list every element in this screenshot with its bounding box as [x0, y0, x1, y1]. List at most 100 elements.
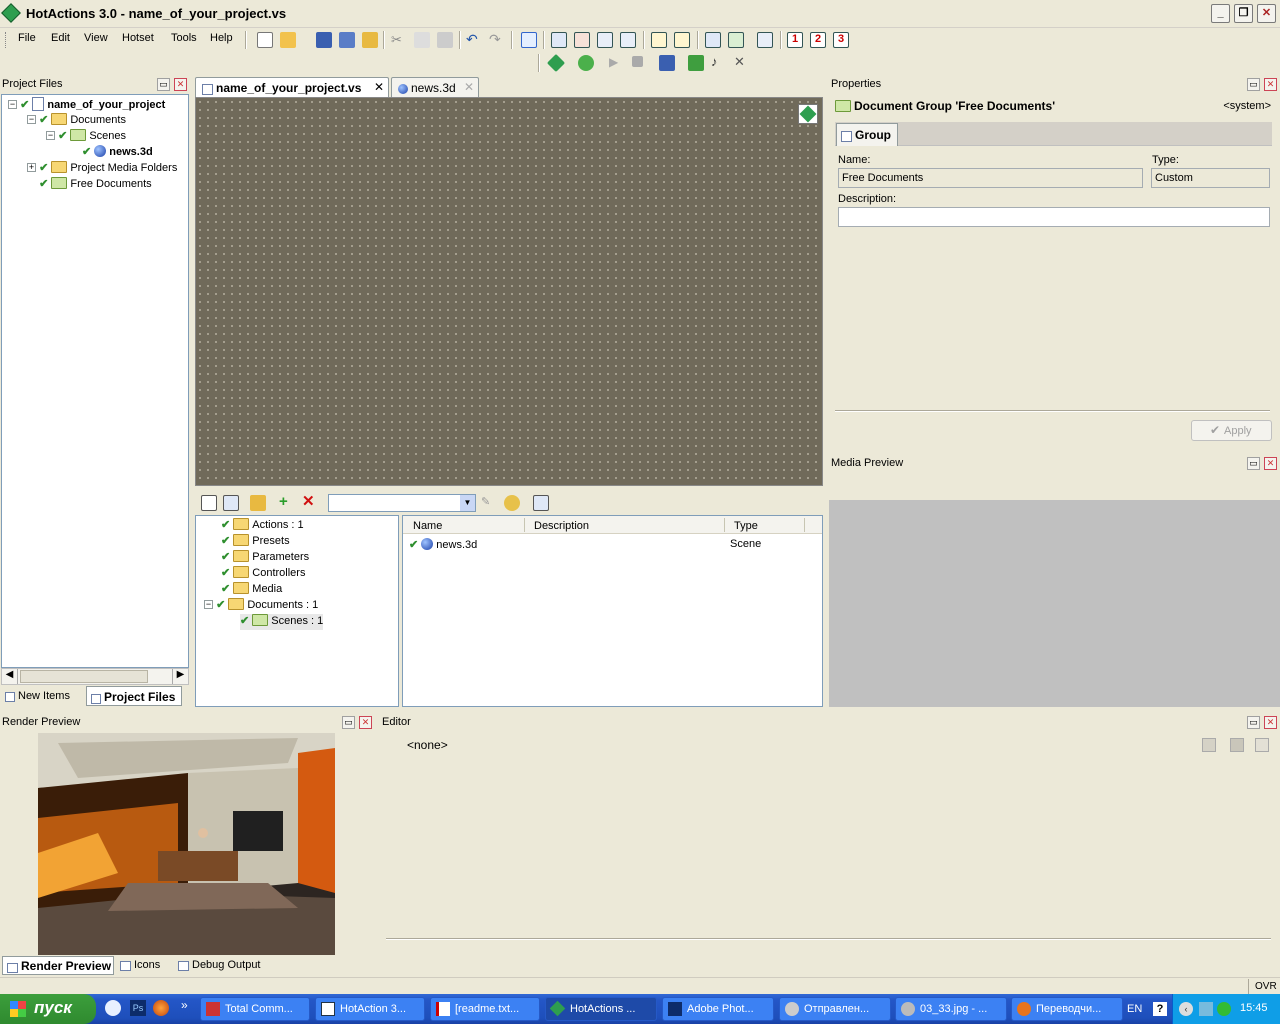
ie-icon[interactable] [105, 1000, 121, 1016]
lower-tree-media[interactable]: ✔ Media [221, 582, 282, 598]
canvas-hotset-icon[interactable] [798, 104, 818, 124]
task-hotaction-word[interactable]: HotAction 3... [315, 997, 425, 1021]
task-translator[interactable]: Переводчи... [1011, 997, 1123, 1021]
tree-item-project[interactable]: − ✔ name_of_your_project [8, 97, 165, 113]
project-files-float-button[interactable]: ▭ [157, 78, 170, 91]
properties-icon[interactable] [674, 32, 690, 48]
restore-button[interactable]: ❐ [1234, 4, 1253, 23]
apply-button[interactable]: ✔ Apply [1191, 420, 1272, 441]
menu-hotset[interactable]: Hotset [118, 32, 158, 44]
media-icon[interactable] [728, 32, 744, 48]
view-mode-icon[interactable] [533, 495, 549, 511]
render-float-button[interactable]: ▭ [342, 716, 355, 729]
menu-help[interactable]: Help [206, 32, 237, 44]
folder-up-icon[interactable] [250, 495, 266, 511]
photoshop-quick-icon[interactable]: Ps [130, 1000, 146, 1016]
scroll-thumb[interactable] [20, 670, 148, 683]
cut-icon[interactable]: ✂ [391, 32, 407, 48]
security-icon[interactable] [1217, 1002, 1231, 1016]
tab-project-vs[interactable]: name_of_your_project.vs ✕ [195, 77, 389, 97]
hotset-canvas[interactable] [195, 97, 823, 486]
redo-icon[interactable]: ↷ [489, 31, 505, 47]
lower-tree-scenes[interactable]: ✔ Scenes : 1 [240, 614, 324, 630]
name-field[interactable]: Free Documents [838, 168, 1143, 188]
start-button[interactable]: пуск [0, 994, 96, 1024]
lower-tree-presets[interactable]: ✔ Presets [221, 534, 290, 550]
project-files-hscrollbar[interactable]: ◀ ▶ [1, 668, 189, 685]
language-indicator[interactable]: EN [1127, 1003, 1142, 1015]
menu-file[interactable]: File [14, 32, 40, 44]
close-tab-icon[interactable]: ✕ [374, 80, 384, 94]
tab-group[interactable]: Group [836, 123, 898, 146]
type-field[interactable]: Custom [1151, 168, 1270, 188]
column-name[interactable]: Name [413, 520, 442, 532]
new-icon[interactable] [257, 32, 273, 48]
editor-save-icon[interactable] [1230, 738, 1244, 752]
close-tab-icon[interactable]: ✕ [464, 80, 474, 94]
layout-2-icon[interactable]: 2 [810, 32, 826, 48]
properties-float-button[interactable]: ▭ [1247, 78, 1260, 91]
media-preview-close-button[interactable]: ✕ [1264, 457, 1277, 470]
chevron-down-icon[interactable]: ▼ [460, 495, 475, 511]
lower-tree-controllers[interactable]: ✔ Controllers [221, 566, 305, 582]
tree-item-free-documents[interactable]: ✔ Free Documents [27, 177, 152, 193]
firefox-icon[interactable] [153, 1000, 169, 1016]
layout-1-icon[interactable]: 1 [787, 32, 803, 48]
minimize-button[interactable]: _ [1211, 4, 1230, 23]
tools-icon[interactable]: ✕ [734, 54, 750, 70]
close-button[interactable]: ✕ [1257, 4, 1276, 23]
column-type[interactable]: Type [734, 520, 758, 532]
tab-news3d[interactable]: news.3d ✕ [391, 77, 479, 97]
task-hotactions[interactable]: HotActions ... [545, 997, 657, 1021]
view3-icon[interactable] [597, 32, 613, 48]
editor-open-icon[interactable] [1202, 738, 1216, 752]
copy-icon[interactable] [414, 32, 430, 48]
add-icon[interactable]: + [279, 494, 295, 511]
tab-new-items[interactable]: New Items [1, 687, 83, 706]
scene-view-icon[interactable] [223, 495, 239, 511]
options-icon[interactable] [504, 495, 520, 511]
view4-icon[interactable] [620, 32, 636, 48]
table-row[interactable]: ✔ news.3d Scene [409, 538, 819, 554]
undo-icon[interactable]: ↶ [466, 31, 482, 47]
stop-icon[interactable] [632, 56, 643, 67]
menu-edit[interactable]: Edit [47, 32, 74, 44]
filter-combo[interactable]: ▼ [328, 494, 476, 512]
properties-close-button[interactable]: ✕ [1264, 78, 1277, 91]
editor-float-button[interactable]: ▭ [1247, 716, 1260, 729]
open-icon[interactable] [280, 32, 296, 48]
editor-close-button[interactable]: ✕ [1264, 716, 1277, 729]
network-icon[interactable] [1199, 1002, 1213, 1016]
project-files-close-button[interactable]: ✕ [174, 78, 187, 91]
more-quicklaunch-icon[interactable]: » [181, 998, 188, 1012]
tab-project-files[interactable]: Project Files [86, 686, 182, 706]
task-sent[interactable]: Отправлен... [779, 997, 891, 1021]
preview-icon[interactable] [705, 32, 721, 48]
task-readme[interactable]: [readme.txt... [430, 997, 540, 1021]
scroll-right-icon[interactable]: ▶ [172, 669, 188, 684]
go-icon[interactable] [578, 55, 594, 71]
lower-tree-documents[interactable]: − ✔ Documents : 1 [204, 598, 318, 614]
render-close-button[interactable]: ✕ [359, 716, 372, 729]
delete-icon[interactable]: ✕ [302, 494, 318, 511]
paste-icon[interactable] [437, 32, 453, 48]
lower-tree-actions[interactable]: ✔ Actions : 1 [221, 518, 304, 534]
tab-render-preview[interactable]: Render Preview [2, 956, 114, 975]
tab-debug-output[interactable]: Debug Output [175, 957, 277, 975]
save-icon[interactable] [316, 32, 332, 48]
vs-view-icon[interactable] [201, 495, 217, 511]
task-image[interactable]: 03_33.jpg - ... [895, 997, 1007, 1021]
view1-icon[interactable] [551, 32, 567, 48]
layout-icon[interactable] [757, 32, 773, 48]
tree-item-scenes[interactable]: − ✔ Scenes [46, 129, 126, 145]
find-icon[interactable] [521, 32, 537, 48]
tab-icons[interactable]: Icons [117, 957, 174, 975]
stats-icon[interactable] [659, 55, 675, 71]
column-description[interactable]: Description [534, 520, 589, 532]
menu-view[interactable]: View [80, 32, 112, 44]
view2-icon[interactable] [574, 32, 590, 48]
description-field[interactable] [838, 207, 1270, 227]
help-tray-icon[interactable]: ? [1153, 1002, 1167, 1016]
sound-icon[interactable]: ♪ [711, 54, 727, 70]
hotset-icon[interactable] [546, 53, 566, 73]
